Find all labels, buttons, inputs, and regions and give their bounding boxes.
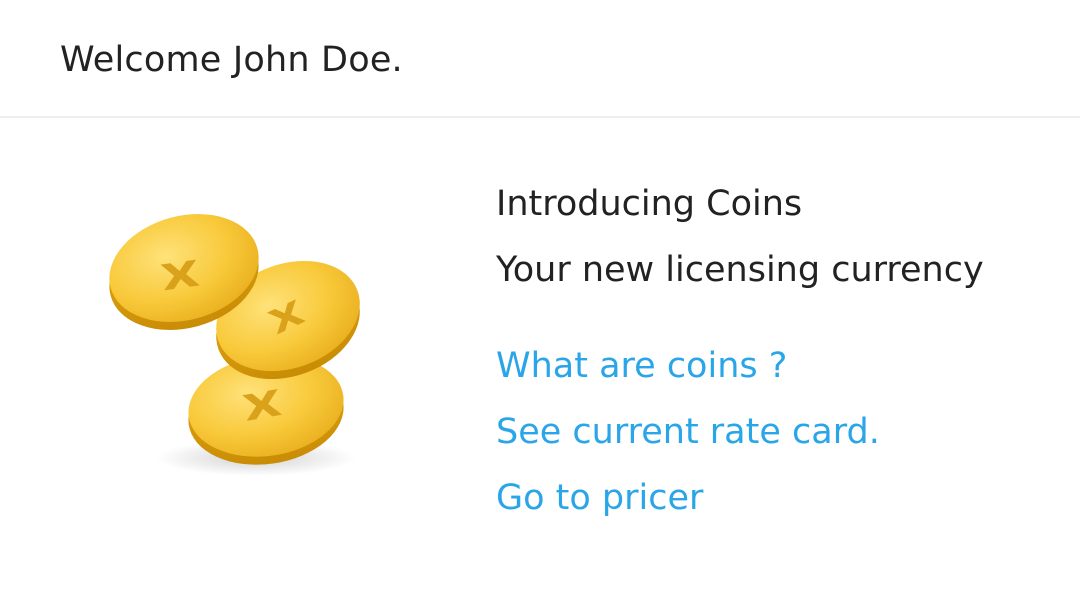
promo-subtitle: Your new licensing currency xyxy=(496,250,984,290)
what-are-coins-link[interactable]: What are coins ? xyxy=(496,346,787,386)
welcome-message: Welcome John Doe. xyxy=(60,40,403,80)
promo-title: Introducing Coins xyxy=(496,184,803,224)
gold-coins-icon xyxy=(96,206,386,496)
pricer-link[interactable]: Go to pricer xyxy=(496,478,703,518)
rate-card-link[interactable]: See current rate card. xyxy=(496,412,880,452)
header-bar: Welcome John Doe. xyxy=(0,0,1080,118)
